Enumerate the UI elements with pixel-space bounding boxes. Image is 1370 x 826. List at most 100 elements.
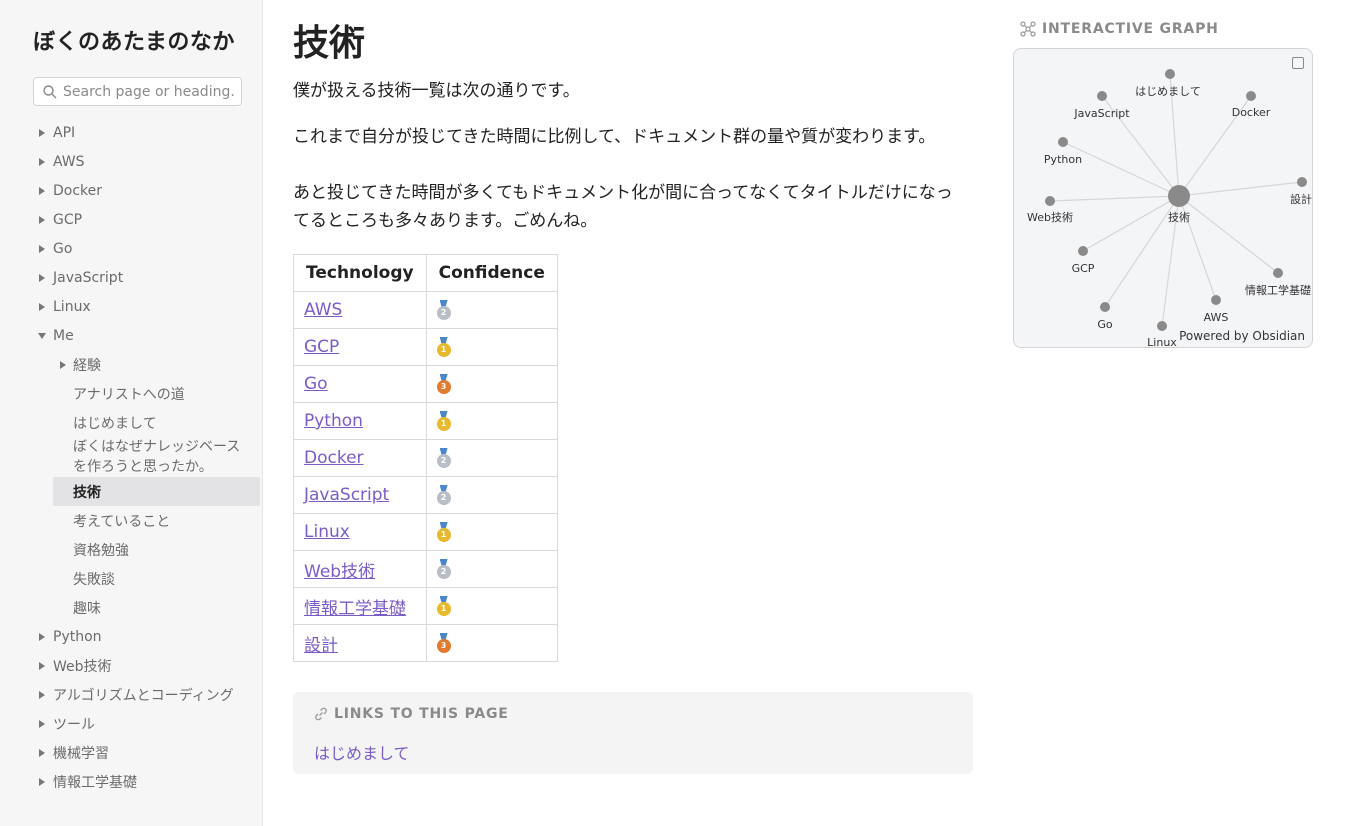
- technology-link[interactable]: GCP: [304, 337, 339, 357]
- graph-edge: [1178, 195, 1279, 274]
- sidebar-item[interactable]: 経験: [0, 350, 263, 379]
- sidebar-item[interactable]: Docker: [0, 176, 263, 205]
- table-row: AWS 2: [293, 291, 558, 329]
- graph-node[interactable]: [1078, 246, 1088, 256]
- chevron-right-icon[interactable]: [39, 748, 45, 757]
- sidebar-item[interactable]: 失敗談: [0, 564, 263, 593]
- medal-icon: 1: [436, 522, 451, 542]
- table-row: Docker 2: [293, 439, 558, 477]
- sidebar-item[interactable]: ツール: [0, 709, 263, 738]
- medal-rank: 1: [440, 604, 447, 613]
- technology-link[interactable]: Linux: [304, 522, 350, 542]
- sidebar-item[interactable]: アナリストへの道: [0, 379, 263, 408]
- graph-node[interactable]: [1165, 69, 1175, 79]
- chevron-right-icon[interactable]: [39, 777, 45, 786]
- sidebar-item[interactable]: Me: [0, 321, 263, 350]
- sidebar-item[interactable]: ぼくはなぜナレッジベースを作ろうと思ったか。: [0, 437, 263, 477]
- technology-link[interactable]: Web技術: [304, 562, 375, 582]
- chevron-right-icon[interactable]: [60, 360, 66, 369]
- chevron-right-icon[interactable]: [39, 661, 45, 670]
- sidebar-item[interactable]: JavaScript: [0, 263, 263, 292]
- sidebar-item-label: ツール: [53, 716, 95, 733]
- graph-node-label: JavaScript: [1073, 107, 1130, 120]
- medal-icon: 2: [436, 448, 451, 468]
- graph-edge: [1178, 181, 1303, 197]
- technology-link[interactable]: JavaScript: [304, 485, 389, 505]
- sidebar-item[interactable]: AWS: [0, 147, 263, 176]
- medal-rank: 2: [440, 493, 447, 502]
- graph-canvas[interactable]: 技術 はじめまして JavaScript Docker Python 設計 Web技術 GCP…: [1014, 49, 1313, 348]
- sidebar-item-label: 経験: [73, 357, 101, 374]
- technology-cell: AWS: [293, 291, 427, 329]
- sidebar-item[interactable]: Web技術: [0, 651, 263, 680]
- sidebar-item-label: はじめまして: [73, 415, 157, 432]
- confidence-cell: 2: [425, 550, 558, 588]
- graph-node[interactable]: [1157, 321, 1167, 331]
- sidebar-item[interactable]: GCP: [0, 205, 263, 234]
- chevron-right-icon[interactable]: [39, 302, 45, 311]
- sidebar-item[interactable]: 考えていること: [0, 506, 263, 535]
- sidebar-item[interactable]: 技術: [53, 477, 260, 506]
- graph-node-center[interactable]: [1168, 185, 1190, 207]
- chevron-right-icon[interactable]: [39, 244, 45, 253]
- medal-rank: 1: [440, 530, 447, 539]
- graph-node[interactable]: [1273, 268, 1283, 278]
- sidebar-item[interactable]: アルゴリズムとコーディング: [0, 680, 263, 709]
- technology-link[interactable]: Docker: [304, 448, 364, 468]
- table-header-row: Technology Confidence: [293, 254, 558, 292]
- graph-node-label: Web技術: [1027, 211, 1073, 224]
- interactive-graph[interactable]: 技術 はじめまして JavaScript Docker Python 設計 Web技術 GCP…: [1013, 48, 1313, 348]
- search-input[interactable]: [63, 81, 235, 103]
- confidence-cell: 1: [425, 328, 558, 366]
- graph-node-label: GCP: [1072, 262, 1095, 275]
- graph-node[interactable]: [1211, 295, 1221, 305]
- table-row: Linux 1: [293, 513, 558, 551]
- chevron-right-icon[interactable]: [39, 719, 45, 728]
- expand-graph-icon[interactable]: [1292, 57, 1304, 69]
- sidebar-item[interactable]: Python: [0, 622, 263, 651]
- table-row: Web技術 2: [293, 550, 558, 588]
- sidebar-item[interactable]: API: [0, 118, 263, 147]
- sidebar-item-label: Web技術: [53, 658, 112, 675]
- confidence-cell: 3: [425, 365, 558, 403]
- chevron-down-icon[interactable]: [38, 333, 46, 339]
- chevron-right-icon[interactable]: [39, 632, 45, 641]
- sidebar-item[interactable]: はじめまして: [0, 408, 263, 437]
- medal-icon: 2: [436, 485, 451, 505]
- graph-node[interactable]: [1100, 302, 1110, 312]
- technology-link[interactable]: Go: [304, 374, 328, 394]
- sidebar-item[interactable]: 資格勉強: [0, 535, 263, 564]
- technology-link[interactable]: Python: [304, 411, 363, 431]
- graph-node[interactable]: [1297, 177, 1307, 187]
- chevron-right-icon[interactable]: [39, 215, 45, 224]
- sidebar-item[interactable]: 趣味: [0, 593, 263, 622]
- table-header-technology: Technology: [293, 254, 427, 292]
- graph-node[interactable]: [1045, 196, 1055, 206]
- sidebar-item[interactable]: Go: [0, 234, 263, 263]
- technology-link[interactable]: 情報工学基礎: [304, 599, 406, 619]
- backlink-item[interactable]: はじめまして: [314, 740, 410, 764]
- sidebar-item[interactable]: Linux: [0, 292, 263, 321]
- chevron-right-icon[interactable]: [39, 186, 45, 195]
- chevron-right-icon[interactable]: [39, 273, 45, 282]
- technology-link[interactable]: 設計: [304, 636, 338, 656]
- medal-icon: 3: [436, 633, 451, 653]
- chevron-right-icon[interactable]: [39, 128, 45, 137]
- sidebar-item-label: ぼくはなぜナレッジベースを作ろうと思ったか。: [73, 439, 241, 475]
- graph-node[interactable]: [1058, 137, 1068, 147]
- sidebar-item-label: 考えていること: [73, 513, 171, 530]
- sidebar-item[interactable]: 機械学習: [0, 738, 263, 767]
- search-box[interactable]: [33, 77, 242, 106]
- sidebar-item-label: 技術: [73, 484, 101, 501]
- graph-node[interactable]: [1097, 91, 1107, 101]
- graph-node[interactable]: [1246, 91, 1256, 101]
- chevron-right-icon[interactable]: [39, 690, 45, 699]
- site-title[interactable]: ぼくのあたまのなか: [33, 24, 235, 56]
- technology-link[interactable]: AWS: [304, 300, 342, 320]
- sidebar-item[interactable]: 情報工学基礎: [0, 767, 263, 796]
- chevron-right-icon[interactable]: [39, 157, 45, 166]
- page-title: 技術: [293, 23, 366, 64]
- sidebar-item-label: 情報工学基礎: [53, 774, 137, 791]
- graph-edge: [1082, 195, 1180, 252]
- link-icon: [315, 707, 327, 721]
